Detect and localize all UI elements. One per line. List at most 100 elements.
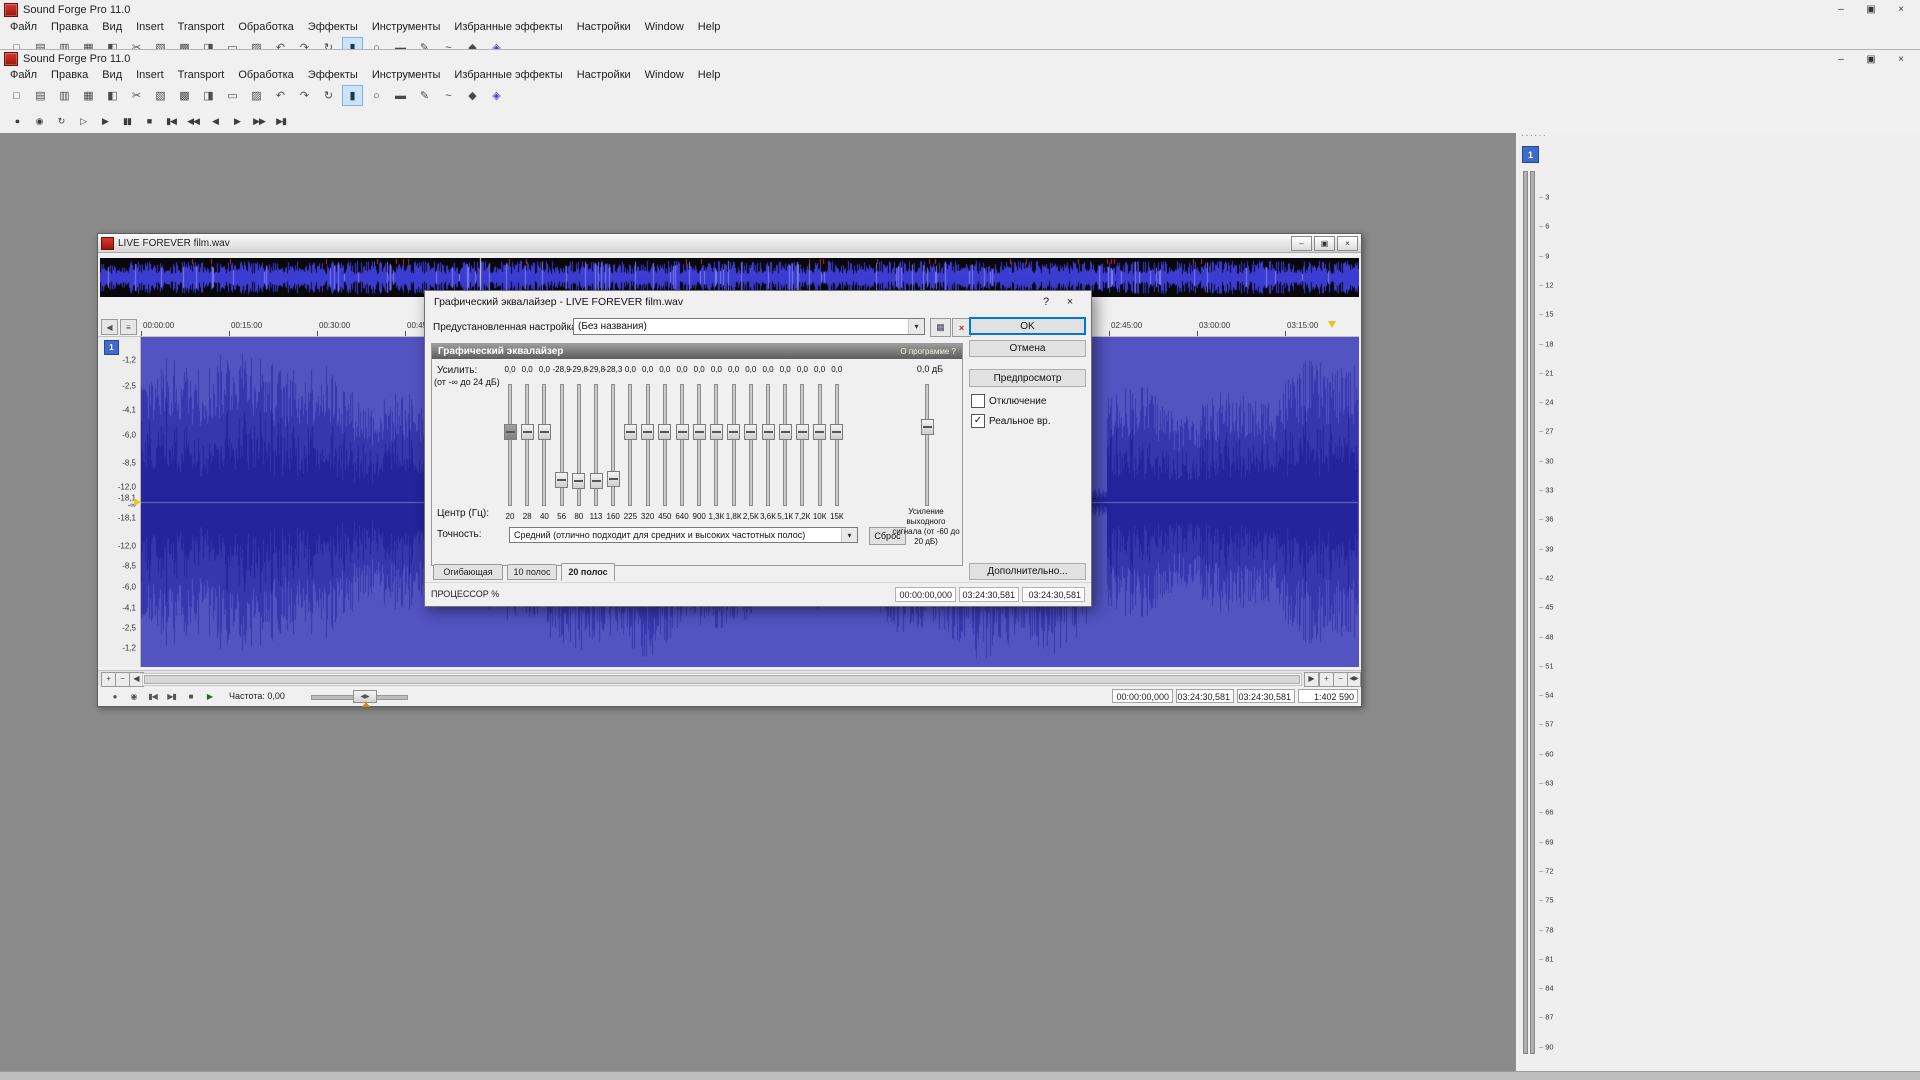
new-file-button[interactable]: □ (6, 85, 27, 106)
minimize-button[interactable]: – (1826, 0, 1856, 19)
eq-band-slider[interactable] (779, 424, 792, 440)
dialog-titlebar[interactable]: Графический эквалайзер - LIVE FOREVER fi… (425, 291, 1091, 313)
chevron-down-icon[interactable]: ▾ (908, 319, 924, 334)
restore-button[interactable]: ▣ (1314, 236, 1335, 251)
stop-button[interactable]: ■ (140, 112, 158, 130)
event-tool-button[interactable]: ▬ (390, 85, 411, 106)
close-button[interactable]: × (1886, 50, 1916, 68)
checkbox-box[interactable] (971, 394, 985, 408)
publish-button[interactable]: ◧ (102, 85, 123, 106)
eq-band-slider[interactable] (607, 471, 620, 487)
envelope-tool-button[interactable]: ~ (438, 85, 459, 106)
eq-band-track[interactable] (680, 384, 684, 506)
selection-start-field[interactable]: 03:24:30,581 (1176, 689, 1234, 703)
accuracy-combobox[interactable]: Средний (отлично подходит для средних и … (509, 527, 858, 543)
loop-end-marker-icon[interactable] (1328, 321, 1336, 328)
splitter-grip[interactable]: ◀▶ (1347, 672, 1361, 687)
menu-item[interactable]: Настройки (570, 69, 638, 81)
tab-10-band[interactable]: 10 полос (507, 564, 557, 580)
tab-envelope[interactable]: Огибающая (433, 564, 503, 580)
eq-band-track[interactable] (525, 384, 529, 506)
go-to-start-button[interactable]: ▮◀ (162, 112, 180, 130)
close-button[interactable]: × (1886, 0, 1916, 19)
menu-item[interactable]: Файл (3, 21, 44, 33)
loop-record-button[interactable]: ◉ (30, 112, 48, 130)
eq-band-slider[interactable] (521, 424, 534, 440)
close-button[interactable]: × (1058, 296, 1082, 308)
paste-special-button[interactable]: ▨ (246, 85, 267, 106)
menu-item[interactable]: Вид (95, 21, 129, 33)
output-gain-track[interactable] (925, 384, 929, 506)
record-button[interactable]: ● (106, 689, 123, 704)
play-device-button[interactable]: ◉ (125, 689, 142, 704)
realtime-checkbox[interactable]: ✓ Реальное вр. (971, 414, 1050, 428)
magnify-tool-button[interactable]: ○ (366, 85, 387, 106)
menu-item[interactable]: Insert (129, 21, 171, 33)
rewind-button[interactable]: ◀◀ (184, 112, 202, 130)
menu-item[interactable]: Window (638, 21, 691, 33)
menu-item[interactable]: Правка (44, 69, 95, 81)
chevron-down-icon[interactable]: ▾ (841, 528, 857, 542)
menu-item[interactable]: Эффекты (301, 69, 365, 81)
eq-band-track[interactable] (818, 384, 822, 506)
eq-band-slider[interactable] (590, 473, 603, 489)
scrollbar-thumb[interactable] (144, 675, 1300, 684)
repeat-button[interactable]: ↻ (318, 85, 339, 106)
eq-band-track[interactable] (508, 384, 512, 506)
menu-item[interactable]: Эффекты (301, 21, 365, 33)
copy-button[interactable]: ▧ (150, 85, 171, 106)
eq-band-track[interactable] (800, 384, 804, 506)
go-to-end-button[interactable]: ▶▮ (272, 112, 290, 130)
menu-item[interactable]: Обработка (231, 21, 300, 33)
eq-band-slider[interactable] (555, 472, 568, 488)
play-button[interactable]: ▶ (201, 689, 218, 704)
zoom-in-button[interactable]: + (101, 672, 116, 687)
eq-band-track[interactable] (783, 384, 787, 506)
menu-item[interactable]: Help (691, 69, 728, 81)
restore-button[interactable]: ▣ (1856, 0, 1886, 19)
eq-band-track[interactable] (749, 384, 753, 506)
eq-band-slider[interactable] (676, 424, 689, 440)
step-forward-button[interactable]: ▶ (228, 112, 246, 130)
save-preset-button[interactable]: ▦ (930, 318, 951, 337)
menu-item[interactable]: Избранные эффекты (447, 69, 569, 81)
zoom-in-button[interactable]: + (1319, 672, 1334, 687)
panel-grip[interactable]: ······ (1521, 130, 1547, 141)
go-to-start-button[interactable]: ▮◀ (144, 689, 161, 704)
pencil-tool-button[interactable]: ✎ (414, 85, 435, 106)
eq-band-slider[interactable] (658, 424, 671, 440)
eq-band-slider[interactable] (624, 424, 637, 440)
help-button[interactable]: ? (1034, 296, 1058, 308)
eq-band-slider[interactable] (813, 424, 826, 440)
open-file-button[interactable]: ▤ (30, 85, 51, 106)
scroll-right-button[interactable]: ▶ (1304, 672, 1319, 687)
eq-band-slider[interactable] (572, 473, 585, 489)
selection-length-field[interactable]: 1:402 590 (1298, 689, 1358, 703)
record-button[interactable]: ● (8, 112, 26, 130)
scrollbar-track[interactable] (142, 673, 1302, 686)
eq-band-slider[interactable] (504, 424, 517, 440)
whats-this-button[interactable]: ◈ (486, 85, 507, 106)
menu-item[interactable]: Избранные эффекты (447, 21, 569, 33)
document-titlebar[interactable]: LIVE FOREVER film.wav – ▣ × (98, 234, 1361, 253)
redo-button[interactable]: ↷ (294, 85, 315, 106)
eq-band-slider[interactable] (796, 424, 809, 440)
menu-item[interactable]: Вид (95, 69, 129, 81)
eq-band-track[interactable] (697, 384, 701, 506)
edit-tool-button[interactable]: ▮ (342, 85, 363, 106)
eq-band-slider[interactable] (693, 424, 706, 440)
menu-item[interactable]: Insert (129, 69, 171, 81)
zoom-out-button[interactable]: − (1333, 672, 1348, 687)
eq-band-track[interactable] (714, 384, 718, 506)
menu-item[interactable]: Файл (3, 69, 44, 81)
cut-button[interactable]: ✂ (126, 85, 147, 106)
eq-band-slider[interactable] (830, 424, 843, 440)
trim-button[interactable]: ▭ (222, 85, 243, 106)
checkbox-box[interactable]: ✓ (971, 414, 985, 428)
menu-item[interactable]: Обработка (231, 69, 300, 81)
close-button[interactable]: × (1337, 236, 1358, 251)
eq-band-slider[interactable] (727, 424, 740, 440)
menu-item[interactable]: Инструменты (365, 69, 448, 81)
ok-button[interactable]: OK (969, 317, 1086, 335)
eq-band-track[interactable] (732, 384, 736, 506)
